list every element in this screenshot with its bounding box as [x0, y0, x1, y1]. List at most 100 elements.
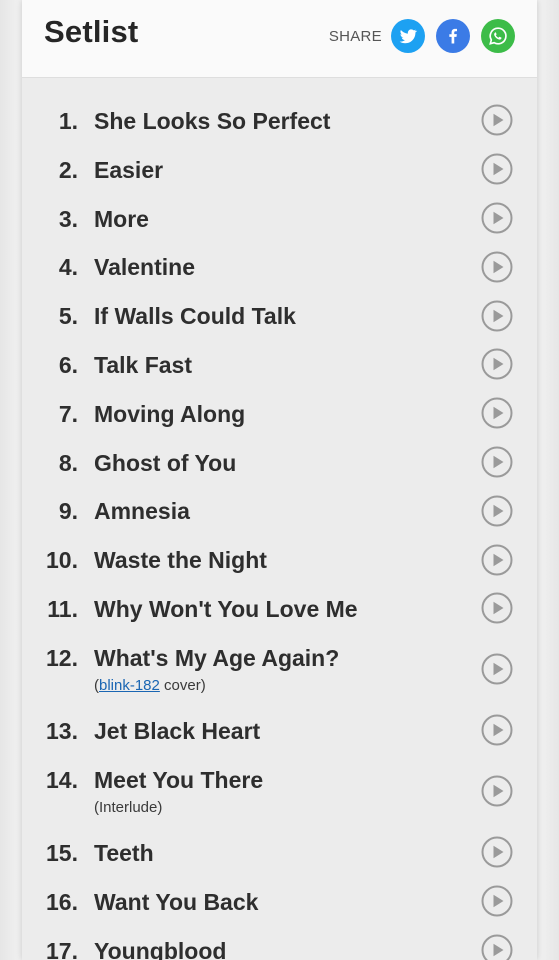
setlist-item: 2. Easier: [22, 147, 537, 196]
song-note: (blink-182 cover): [94, 677, 206, 694]
play-circle-icon: [481, 775, 513, 807]
song-title: If Walls Could Talk: [94, 303, 296, 330]
setlist-item: 11. Why Won't You Love Me: [22, 586, 537, 635]
song-note: (Interlude): [94, 798, 163, 816]
setlist-item: 7. Moving Along: [22, 391, 537, 440]
song-number: 7.: [58, 400, 78, 427]
play-button[interactable]: [481, 495, 513, 527]
setlist-item: 10. Waste the Night: [22, 537, 537, 586]
setlist-item: 6. Talk Fast: [22, 342, 537, 391]
setlist-item: 9. Amnesia: [22, 488, 537, 537]
song-number: 15.: [46, 840, 78, 866]
song-number: 4.: [58, 254, 78, 281]
setlist-item: 15. Teeth: [22, 830, 537, 879]
song-number: 9.: [58, 498, 78, 525]
play-button[interactable]: [481, 397, 513, 429]
artist-link[interactable]: blink-182: [99, 677, 160, 694]
play-circle-icon: [481, 885, 513, 917]
play-circle-icon: [481, 934, 513, 960]
facebook-icon: [449, 28, 457, 44]
play-circle-icon: [481, 104, 513, 136]
song-number: 12.: [46, 644, 78, 671]
play-button[interactable]: [481, 300, 513, 332]
play-button[interactable]: [481, 104, 513, 136]
play-button[interactable]: [481, 714, 513, 746]
setlist-item: 13. Jet Black Heart: [22, 708, 537, 757]
song-title: Amnesia: [94, 498, 190, 525]
play-circle-icon: [481, 714, 513, 746]
twitter-share-button[interactable]: [391, 19, 425, 53]
setlist-header: Setlist SHARE: [22, 0, 537, 78]
play-circle-icon: [481, 397, 513, 429]
play-circle-icon: [481, 544, 513, 576]
song-number: 5.: [58, 303, 78, 330]
setlist-item: 1. She Looks So Perfect: [22, 98, 537, 147]
song-number: 1.: [58, 108, 78, 134]
share-label: SHARE: [328, 27, 382, 45]
play-button[interactable]: [481, 592, 513, 624]
song-number: 6.: [58, 352, 78, 378]
play-circle-icon: [481, 348, 513, 380]
song-title: Want You Back: [94, 888, 259, 915]
song-number: 3.: [58, 205, 78, 232]
play-circle-icon: [481, 251, 513, 283]
setlist-item: 4. Valentine: [22, 244, 537, 293]
song-number: 10.: [46, 547, 78, 574]
play-button[interactable]: [481, 202, 513, 234]
play-circle-icon: [481, 653, 513, 685]
whatsapp-icon: [489, 27, 507, 45]
song-number: 14.: [46, 766, 78, 793]
setlist-item: 16. Want You Back: [22, 879, 537, 928]
song-title: She Looks So Perfect: [94, 108, 331, 134]
share-bar: SHARE: [329, 18, 515, 54]
play-circle-icon: [481, 836, 513, 868]
song-number: 2.: [58, 156, 78, 183]
play-circle-icon: [481, 300, 513, 332]
song-number: 13.: [46, 718, 78, 744]
play-button[interactable]: [481, 653, 513, 685]
play-button[interactable]: [481, 348, 513, 380]
play-button[interactable]: [481, 885, 513, 917]
whatsapp-share-button[interactable]: [481, 19, 515, 53]
setlist-item: 14. Meet You There (Interlude): [22, 757, 537, 830]
play-circle-icon: [481, 153, 513, 185]
play-button[interactable]: [481, 544, 513, 576]
song-title: Ghost of You: [94, 449, 237, 476]
song-number: 11.: [47, 596, 78, 622]
play-circle-icon: [481, 495, 513, 527]
play-button[interactable]: [481, 934, 513, 960]
play-button[interactable]: [481, 251, 513, 283]
setlist-item: 8. Ghost of You: [22, 440, 537, 489]
song-title: More: [94, 205, 149, 232]
setlist-item: 17. Youngblood: [22, 928, 537, 960]
facebook-share-button[interactable]: [436, 19, 470, 53]
song-number: 8.: [58, 449, 78, 476]
note-suffix: cover): [159, 676, 206, 694]
song-title: Teeth: [94, 840, 154, 866]
song-number: 17.: [46, 937, 78, 960]
song-title: Waste the Night: [94, 547, 267, 574]
setlist-item: 3. More: [22, 196, 537, 245]
song-title: Jet Black Heart: [94, 718, 261, 744]
page-title: Setlist: [44, 14, 139, 49]
song-title: Easier: [94, 156, 164, 183]
song-number: 16.: [46, 888, 78, 915]
play-button[interactable]: [481, 446, 513, 478]
play-circle-icon: [481, 202, 513, 234]
setlist-item: 5. If Walls Could Talk: [22, 293, 537, 342]
play-button[interactable]: [481, 836, 513, 868]
song-title: Moving Along: [94, 400, 246, 427]
play-button[interactable]: [481, 153, 513, 185]
setlist-card: Setlist SHARE 1. She Looks So Perfect 2.: [22, 0, 537, 960]
setlist-item: 12. What's My Age Again? (blink-182 cover): [22, 635, 537, 708]
play-circle-icon: [481, 592, 513, 624]
play-circle-icon: [481, 446, 513, 478]
song-title: Talk Fast: [94, 352, 192, 378]
song-title: Youngblood: [94, 937, 227, 960]
song-title: Valentine: [94, 254, 195, 281]
song-title: Meet You There: [94, 766, 264, 793]
song-title: What's My Age Again?: [94, 644, 340, 671]
song-title: Why Won't You Love Me: [94, 596, 358, 622]
play-button[interactable]: [481, 775, 513, 807]
twitter-icon: [399, 29, 418, 44]
